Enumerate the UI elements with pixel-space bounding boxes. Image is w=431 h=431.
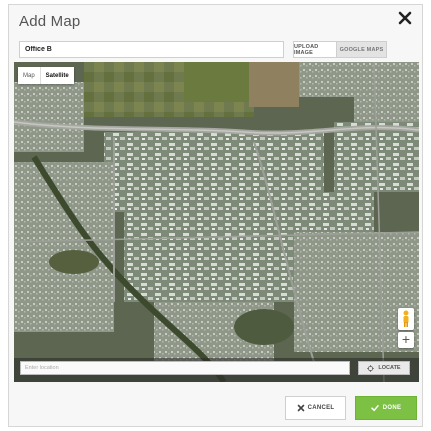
satellite-imagery[interactable] [14,62,419,382]
checkmark-icon [370,405,379,412]
map-name-input[interactable] [19,41,284,58]
locate-crosshair-icon [367,364,375,372]
tab-upload-image[interactable]: UPLOAD IMAGE [293,41,337,58]
locate-bar: LOCATE [14,358,419,382]
tab-google-maps[interactable]: GOOGLE MAPS [337,41,387,58]
dialog-title: Add Map [19,13,81,30]
map-type-satellite[interactable]: Satellite [39,67,74,84]
done-button-label: DONE [382,405,402,411]
locate-button[interactable]: LOCATE [358,361,410,375]
map-type-control: Map Satellite [18,67,74,84]
zoom-in-button[interactable]: + [398,332,414,348]
location-search-input[interactable] [20,361,350,375]
close-icon[interactable] [396,9,414,27]
cancel-x-icon [297,404,304,412]
map-view[interactable]: Map Satellite + LOCATE [14,62,419,382]
locate-button-label: LOCATE [378,365,401,371]
street-view-pegman-icon[interactable] [398,308,414,330]
map-type-map[interactable]: Map [18,67,40,84]
source-tabs: UPLOAD IMAGE GOOGLE MAPS [293,41,387,58]
done-button[interactable]: DONE [355,396,417,420]
cancel-button[interactable]: CANCEL [285,396,346,420]
cancel-button-label: CANCEL [307,405,335,411]
